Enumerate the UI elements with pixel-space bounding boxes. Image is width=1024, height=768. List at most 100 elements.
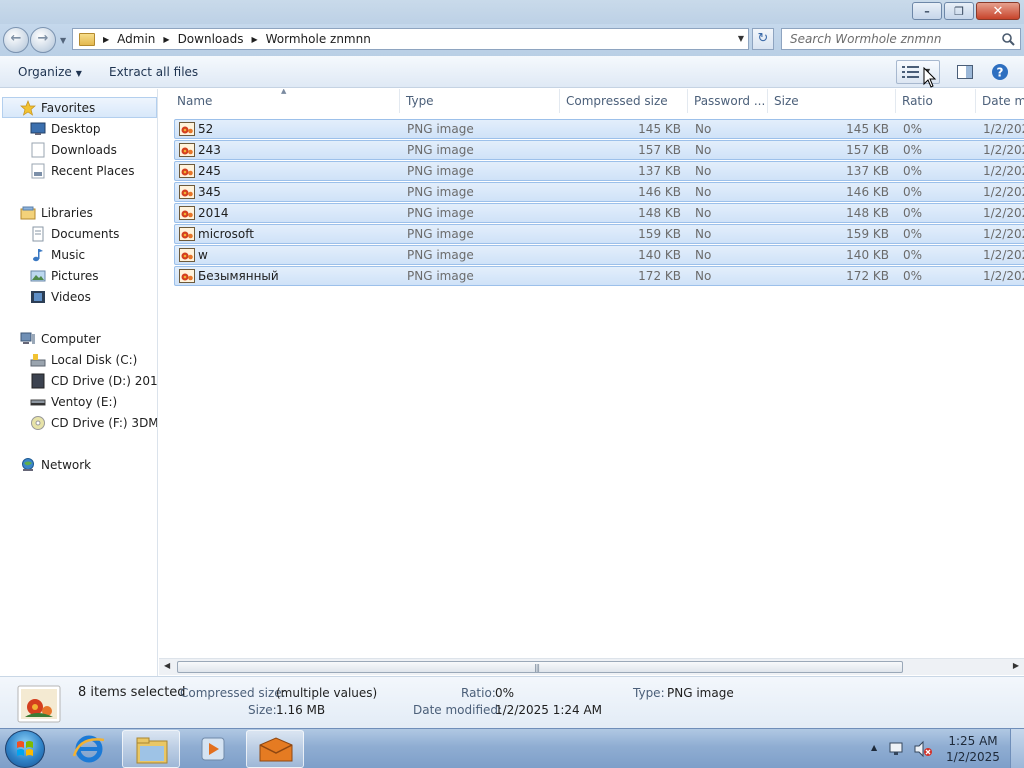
organize-menu[interactable]: Organize ▼ — [18, 65, 82, 79]
column-date-modified[interactable]: Date mo — [976, 89, 1024, 113]
details-view-icon — [902, 66, 919, 78]
breadcrumb-chevron-icon[interactable]: ▶ — [163, 35, 169, 44]
file-date: 1/2/2025 — [983, 227, 1024, 241]
table-row[interactable]: 245 PNG image 137 KB No 137 KB 0% 1/2/2025 — [174, 161, 1024, 181]
nav-desktop[interactable]: Desktop — [0, 118, 157, 139]
minimize-button[interactable]: – — [912, 2, 942, 20]
column-ratio[interactable]: Ratio — [896, 89, 976, 113]
scrollbar-thumb[interactable]: ||| — [177, 661, 903, 673]
close-button[interactable]: ✕ — [976, 2, 1020, 20]
nav-ventoy-e[interactable]: Ventoy (E:) — [0, 391, 157, 412]
back-button[interactable]: ← — [3, 27, 29, 53]
column-type[interactable]: Type — [400, 89, 560, 113]
nav-pictures[interactable]: Pictures — [0, 265, 157, 286]
horizontal-scrollbar[interactable]: ◀ ||| ▶ — [159, 658, 1024, 675]
file-type: PNG image — [407, 206, 474, 220]
address-history-dropdown[interactable]: ▼ — [738, 34, 744, 43]
file-password: No — [695, 143, 712, 157]
preview-pane-icon[interactable] — [956, 63, 974, 81]
nav-videos[interactable]: Videos — [0, 286, 157, 307]
nav-music[interactable]: Music — [0, 244, 157, 265]
nav-cd-drive-f[interactable]: CD Drive (F:) 3DMOV — [0, 412, 157, 433]
table-row[interactable]: 52 PNG image 145 KB No 145 KB 0% 1/2/2025 — [174, 119, 1024, 139]
taskbar-media-player[interactable] — [184, 730, 242, 768]
action-center-flag-icon[interactable] — [888, 740, 906, 758]
table-row[interactable]: 2014 PNG image 148 KB No 148 KB 0% 1/2/2025 — [174, 203, 1024, 223]
table-row[interactable]: Безымянный PNG image 172 KB No 172 KB 0% 1/2/2… — [174, 266, 1024, 286]
search-input[interactable] — [782, 29, 992, 49]
file-date: 1/2/2025 — [983, 248, 1024, 262]
refresh-icon: ↻ — [757, 31, 769, 46]
column-headers: Name ▲ Type Compressed size Password ...… — [159, 89, 1024, 113]
file-ratio: 0% — [903, 122, 923, 136]
png-image-icon — [179, 164, 195, 178]
search-box[interactable] — [781, 28, 1021, 50]
change-view-button[interactable]: ▼ — [896, 60, 940, 88]
forward-button[interactable]: → — [30, 27, 56, 53]
nav-downloads[interactable]: Downloads — [0, 139, 157, 160]
nav-cd-drive-d-label: CD Drive (D:) 201301 — [51, 373, 158, 388]
downloads-folder-icon — [31, 142, 45, 157]
selection-count: 8 items selected — [78, 685, 186, 700]
nav-recent-places[interactable]: Recent Places — [0, 160, 157, 181]
extract-all-button[interactable]: Extract all files — [109, 65, 198, 79]
column-date-label: Date mo — [982, 94, 1024, 108]
column-name[interactable]: Name — [159, 89, 400, 113]
nav-documents[interactable]: Documents — [0, 223, 157, 244]
scroll-left-icon[interactable]: ◀ — [164, 661, 170, 670]
minimize-icon: – — [924, 4, 930, 18]
videos-icon — [31, 290, 45, 303]
start-button[interactable] — [5, 730, 45, 768]
table-row[interactable]: 243 PNG image 157 KB No 157 KB 0% 1/2/2025 — [174, 140, 1024, 160]
file-name: 52 — [198, 122, 214, 136]
file-compressed: 145 KB — [638, 122, 681, 136]
nav-favorites[interactable]: Favorites — [2, 97, 157, 118]
maximize-button[interactable]: ❐ — [944, 2, 974, 20]
nav-cd-drive-d[interactable]: CD Drive (D:) 201301 — [0, 370, 158, 391]
speaker-muted-icon[interactable] — [913, 740, 933, 758]
column-compressed-size[interactable]: Compressed size — [560, 89, 688, 113]
column-password-label: Password ... — [694, 94, 766, 108]
nav-local-disk-c[interactable]: Local Disk (C:) — [0, 349, 157, 370]
search-icon[interactable] — [1001, 32, 1015, 46]
file-date: 1/2/2025 — [983, 185, 1024, 199]
file-list[interactable]: Name ▲ Type Compressed size Password ...… — [159, 89, 1024, 660]
breadcrumb-admin[interactable]: Admin — [117, 32, 155, 46]
show-hidden-icons-chevron-icon[interactable]: ▲ — [871, 743, 877, 752]
show-desktop-button[interactable] — [1010, 729, 1024, 768]
file-type: PNG image — [407, 227, 474, 241]
file-ratio: 0% — [903, 143, 923, 157]
file-compressed: 157 KB — [638, 143, 681, 157]
breadcrumb-current-folder[interactable]: Wormhole znmnn — [266, 32, 371, 46]
table-row[interactable]: 345 PNG image 146 KB No 146 KB 0% 1/2/2025 — [174, 182, 1024, 202]
file-size: 140 KB — [846, 248, 889, 262]
address-bar[interactable]: ▶ Admin ▶ Downloads ▶ Wormhole znmnn ▼ — [72, 28, 749, 50]
nav-network[interactable]: Network — [0, 454, 157, 475]
nav-computer[interactable]: Computer — [0, 328, 157, 349]
nav-ventoy-label: Ventoy (E:) — [51, 394, 118, 409]
system-clock[interactable]: 1:25 AM 1/2/2025 — [938, 733, 1008, 765]
recent-pages-dropdown[interactable]: ▼ — [60, 36, 66, 45]
png-image-icon — [179, 269, 195, 283]
table-row[interactable]: w PNG image 140 KB No 140 KB 0% 1/2/2025 — [174, 245, 1024, 265]
file-date: 1/2/2025 — [983, 206, 1024, 220]
file-date: 1/2/2025 — [983, 143, 1024, 157]
taskbar-archiver[interactable] — [246, 730, 304, 768]
taskbar-windows-explorer[interactable] — [122, 730, 180, 768]
taskbar-internet-explorer[interactable] — [60, 730, 118, 768]
breadcrumb-downloads[interactable]: Downloads — [178, 32, 244, 46]
help-icon[interactable]: ? — [991, 63, 1009, 81]
column-size[interactable]: Size — [768, 89, 896, 113]
breadcrumb-chevron-icon[interactable]: ▶ — [251, 35, 257, 44]
refresh-button[interactable]: ↻ — [752, 28, 774, 50]
table-row[interactable]: microsoft PNG image 159 KB No 159 KB 0% 1/2/20… — [174, 224, 1024, 244]
clock-time: 1:25 AM — [948, 734, 998, 748]
recent-places-icon — [31, 163, 45, 178]
column-password[interactable]: Password ... — [688, 89, 768, 113]
type-value: PNG image — [667, 686, 734, 700]
chevron-down-icon: ▼ — [75, 69, 82, 78]
scroll-right-icon[interactable]: ▶ — [1013, 661, 1019, 670]
breadcrumb-chevron-icon[interactable]: ▶ — [103, 35, 109, 44]
removable-drive-icon — [30, 399, 46, 405]
nav-libraries[interactable]: Libraries — [0, 202, 157, 223]
